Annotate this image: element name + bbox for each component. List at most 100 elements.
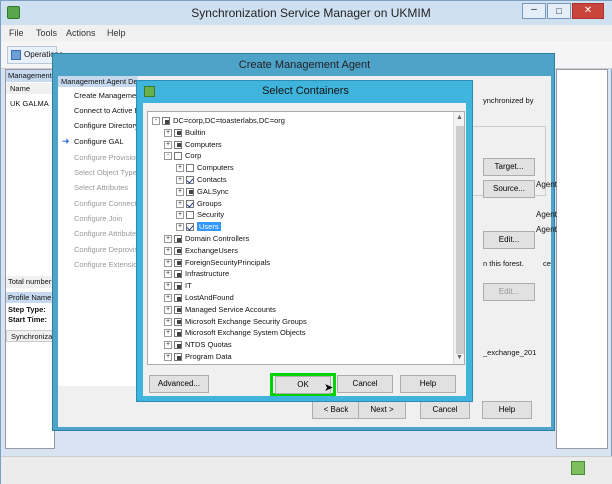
column-name[interactable]: Name: [6, 83, 56, 94]
container-checkbox[interactable]: [186, 176, 194, 185]
expand-icon[interactable]: +: [164, 258, 172, 267]
tree-node[interactable]: + Builtin: [164, 127, 205, 138]
expand-icon[interactable]: +: [176, 164, 184, 173]
expand-icon[interactable]: +: [164, 305, 172, 314]
scroll-up-icon[interactable]: ▲: [456, 114, 463, 121]
container-checkbox[interactable]: [174, 282, 182, 291]
container-checkbox[interactable]: [174, 341, 182, 350]
expand-icon[interactable]: +: [164, 353, 172, 362]
tree-node[interactable]: - DC=corp,DC=toasterlabs,DC=org: [152, 115, 285, 126]
containers-cancel-button[interactable]: Cancel: [337, 375, 393, 393]
expand-icon[interactable]: +: [164, 246, 172, 255]
expand-icon[interactable]: +: [164, 329, 172, 338]
menu-help[interactable]: Help: [107, 28, 126, 38]
container-checkbox[interactable]: [174, 246, 182, 255]
tree-node[interactable]: + Computers: [176, 162, 234, 173]
tree-node[interactable]: + Microsoft Exchange System Objects: [164, 327, 305, 338]
step-create[interactable]: Create Management Agent: [74, 91, 138, 100]
container-checkbox[interactable]: [174, 140, 182, 149]
containers-help-button[interactable]: Help: [400, 375, 456, 393]
next-button[interactable]: Next >: [358, 401, 406, 419]
expand-icon[interactable]: +: [164, 282, 172, 291]
container-checkbox[interactable]: [186, 187, 194, 196]
operations-button[interactable]: Operations: [7, 46, 63, 64]
menu-actions[interactable]: Actions: [66, 28, 96, 38]
container-checkbox[interactable]: [186, 211, 194, 220]
expand-icon[interactable]: +: [164, 140, 172, 149]
tree-node[interactable]: + Users: [176, 221, 221, 232]
tree-node[interactable]: + ExchangeUsers: [164, 245, 238, 256]
container-checkbox[interactable]: [162, 117, 170, 126]
container-checkbox[interactable]: [174, 235, 182, 244]
step-partitions[interactable]: Configure Directory Partitions: [74, 121, 138, 130]
tree-node[interactable]: + ForeignSecurityPrincipals: [164, 257, 270, 268]
expand-icon[interactable]: +: [164, 317, 172, 326]
scroll-down-icon[interactable]: ▼: [456, 354, 463, 361]
edit-button-1[interactable]: Edit...: [483, 231, 535, 249]
minimize-button[interactable]: –: [522, 3, 546, 19]
tree-node[interactable]: + Computers: [164, 139, 222, 150]
step-gal[interactable]: Configure GAL: [74, 137, 138, 146]
ok-button[interactable]: OK: [275, 376, 331, 394]
container-tree[interactable]: - DC=corp,DC=toasterlabs,DC=org + Builtin + C…: [147, 111, 465, 365]
cancel-button[interactable]: Cancel: [420, 401, 470, 419]
sync-column[interactable]: Synchronization: [6, 330, 56, 342]
container-checkbox[interactable]: [186, 164, 194, 173]
container-checkbox[interactable]: [174, 329, 182, 338]
tree-node-label: GALSync: [197, 186, 229, 196]
expand-icon[interactable]: +: [176, 187, 184, 196]
tree-node[interactable]: + LostAndFound: [164, 292, 234, 303]
tree-scrollbar[interactable]: ▲ ▼: [453, 112, 464, 364]
expand-icon[interactable]: +: [164, 294, 172, 303]
scroll-thumb[interactable]: [456, 126, 464, 354]
target-button[interactable]: Target...: [483, 158, 535, 176]
tree-node[interactable]: + Contacts: [176, 174, 227, 185]
advanced-button[interactable]: Advanced...: [149, 375, 209, 393]
container-checkbox[interactable]: [174, 152, 182, 161]
container-checkbox[interactable]: [174, 305, 182, 314]
tree-node[interactable]: + Program Data: [164, 351, 232, 362]
container-checkbox[interactable]: [186, 199, 194, 208]
exchange-field[interactable]: _exchange_201: [483, 346, 549, 360]
container-checkbox[interactable]: [174, 317, 182, 326]
expand-icon[interactable]: +: [164, 235, 172, 244]
container-checkbox[interactable]: [174, 353, 182, 362]
tree-node[interactable]: + Infrastructure: [164, 268, 229, 279]
tree-node[interactable]: + Managed Service Accounts: [164, 304, 276, 315]
ma-row[interactable]: UK GALMA: [10, 99, 49, 108]
container-checkbox[interactable]: [186, 223, 194, 232]
expand-icon[interactable]: +: [164, 270, 172, 279]
tree-node[interactable]: + GALSync: [176, 186, 229, 197]
step-attribute-flow: Configure Attribute Flow: [74, 229, 138, 238]
maximize-button[interactable]: □: [547, 3, 571, 19]
tree-node[interactable]: + Groups: [176, 198, 222, 209]
expand-icon[interactable]: +: [176, 223, 184, 232]
tree-node[interactable]: + Microsoft Exchange Security Groups: [164, 316, 307, 327]
expand-icon[interactable]: +: [176, 176, 184, 185]
tree-node[interactable]: + Security: [176, 209, 224, 220]
expand-icon[interactable]: +: [176, 211, 184, 220]
menu-file[interactable]: File: [9, 28, 24, 38]
collapse-icon[interactable]: -: [164, 152, 172, 161]
tree-node[interactable]: + IT: [164, 280, 192, 291]
tree-node[interactable]: + Domain Controllers: [164, 233, 249, 244]
expand-icon[interactable]: +: [164, 128, 172, 137]
menu-tools[interactable]: Tools: [36, 28, 57, 38]
source-button[interactable]: Source...: [483, 180, 535, 198]
tree-node[interactable]: + NTDS Quotas: [164, 339, 232, 350]
step-connect[interactable]: Connect to Active Directory: [74, 106, 138, 115]
expand-icon[interactable]: +: [164, 341, 172, 350]
container-checkbox[interactable]: [174, 128, 182, 137]
back-button[interactable]: < Back: [312, 401, 360, 419]
container-checkbox[interactable]: [174, 294, 182, 303]
container-checkbox[interactable]: [174, 258, 182, 267]
help-button[interactable]: Help: [482, 401, 532, 419]
tree-node-label: Infrastructure: [185, 269, 230, 279]
collapse-icon[interactable]: -: [152, 117, 160, 126]
container-checkbox[interactable]: [174, 270, 182, 279]
close-button[interactable]: ✕: [572, 3, 604, 19]
edit-button-2[interactable]: Edit...: [483, 283, 535, 301]
tree-node[interactable]: - Corp: [164, 150, 201, 161]
tree-node-label: Program Data: [185, 352, 232, 361]
expand-icon[interactable]: +: [176, 199, 184, 208]
